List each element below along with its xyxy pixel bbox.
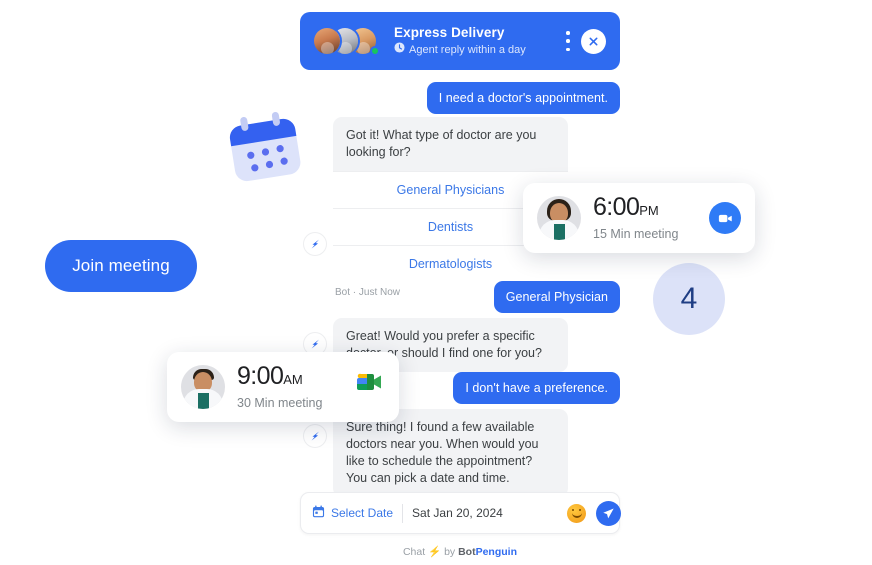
meeting-duration: 30 Min meeting <box>237 396 323 410</box>
header-actions <box>566 28 606 54</box>
meeting-info: 9:00AM 30 Min meeting <box>237 362 341 412</box>
meeting-card-morning[interactable]: 9:00AM 30 Min meeting <box>167 352 399 422</box>
meeting-ampm: PM <box>639 203 659 218</box>
calendar-illustration <box>219 107 311 191</box>
meeting-info: 6:00PM 15 Min meeting <box>593 193 695 243</box>
more-vertical-icon[interactable] <box>566 31 570 51</box>
meeting-duration: 15 Min meeting <box>593 227 679 241</box>
user-message-bubble: General Physician <box>493 281 620 313</box>
message-row-bot: Sure thing! I found a few available doct… <box>333 409 568 497</box>
user-message-bubble: I don't have a preference. <box>453 372 620 404</box>
smiley-icon[interactable] <box>567 503 587 523</box>
message-list: I need a doctor's appointment. Got it! W… <box>300 70 620 497</box>
zoom-video-icon[interactable] <box>709 202 741 234</box>
meeting-action[interactable] <box>355 371 385 403</box>
online-status-dot <box>370 46 380 56</box>
message-row-user: General Physician <box>493 281 620 313</box>
user-message-bubble: I need a doctor's appointment. <box>426 82 620 114</box>
date-input[interactable] <box>412 506 568 520</box>
calendar-icon <box>312 505 325 521</box>
bot-avatar-icon <box>304 233 326 255</box>
meeting-ampm: AM <box>283 372 303 387</box>
male-doctor-avatar <box>181 365 225 409</box>
count-badge: 4 <box>653 263 725 335</box>
bot-avatar-icon <box>304 425 326 447</box>
agent-avatar-stack <box>312 24 386 58</box>
close-icon[interactable] <box>581 28 606 54</box>
header-text: Express Delivery Agent reply within a da… <box>394 24 566 58</box>
chat-header: Express Delivery Agent reply within a da… <box>300 12 620 70</box>
meeting-time: 6:00PM <box>593 193 659 221</box>
chat-subtitle: Agent reply within a day <box>409 43 526 56</box>
meeting-action[interactable] <box>709 202 741 234</box>
message-row-user: I don't have a preference. <box>453 372 620 404</box>
chat-widget: Express Delivery Agent reply within a da… <box>300 12 622 558</box>
brand-name-dark: Bot <box>458 546 476 558</box>
bot-message-bubble: Got it! What type of doctor are you look… <box>333 117 568 171</box>
select-date-label: Select Date <box>331 506 394 520</box>
chat-title: Express Delivery <box>394 25 505 40</box>
brand-name-blue: Penguin <box>475 546 518 558</box>
screenshot-root: Join meeting 4 Express Delivery Agent re… <box>0 0 872 565</box>
chat-subtitle-row: Agent reply within a day <box>394 42 566 58</box>
message-row-user: I need a doctor's appointment. <box>426 82 620 114</box>
footer-by: by <box>444 546 456 558</box>
footer-prefix: Chat <box>402 546 426 558</box>
female-doctor-avatar <box>537 196 581 240</box>
composer-divider <box>402 503 404 523</box>
meeting-card-evening[interactable]: 6:00PM 15 Min meeting <box>523 183 755 253</box>
google-meet-icon[interactable] <box>355 373 385 402</box>
send-button[interactable] <box>596 500 622 526</box>
clock-icon <box>394 42 405 58</box>
join-meeting-button[interactable]: Join meeting <box>45 240 197 292</box>
chat-footer: Chat ⚡ by BotPenguin <box>300 545 620 559</box>
bot-message-bubble: Sure thing! I found a few available doct… <box>333 409 568 497</box>
select-date-button[interactable]: Select Date <box>312 505 393 521</box>
meeting-time: 9:00AM <box>237 362 303 390</box>
chat-composer: Select Date <box>300 492 622 534</box>
avatar <box>312 26 342 56</box>
bolt-icon: ⚡ <box>428 546 442 558</box>
